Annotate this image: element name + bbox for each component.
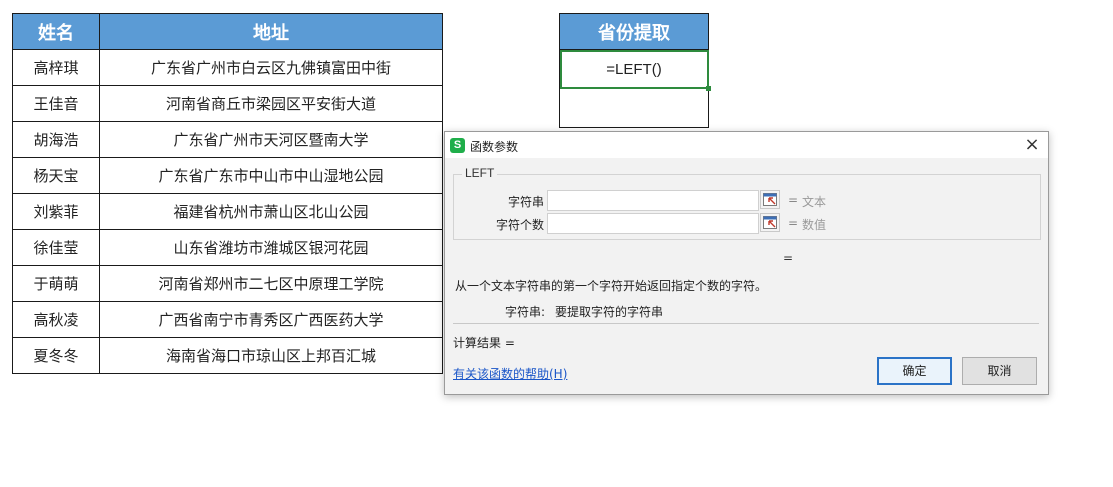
divider: [453, 323, 1039, 324]
name-cell[interactable]: 王佳音: [12, 85, 100, 122]
address-cell[interactable]: 广西省南宁市青秀区广西医药大学: [99, 301, 443, 338]
function-description: 从一个文本字符串的第一个字符开始返回指定个数的字符。: [455, 279, 768, 293]
formula-text: =LEFT(): [606, 60, 662, 78]
table-row: 胡海浩 广东省广州市天河区暨南大学: [12, 121, 443, 158]
arg-label-count: 字符个数: [495, 218, 544, 232]
address-cell[interactable]: 广东省广东市中山市中山湿地公园: [99, 157, 443, 194]
address-cell[interactable]: 山东省潍坊市潍城区银河花园: [99, 229, 443, 266]
address-cell[interactable]: 福建省杭州市萧山区北山公园: [99, 193, 443, 230]
table-row: 徐佳莹 山东省潍坊市潍城区银河花园: [12, 229, 443, 266]
name-cell[interactable]: 胡海浩: [12, 121, 100, 158]
fill-handle[interactable]: [706, 86, 711, 91]
address-cell[interactable]: 海南省海口市琼山区上邦百汇城: [99, 337, 443, 374]
table-row: =LEFT(): [559, 49, 711, 91]
arg-hint-number: 数值: [802, 218, 827, 232]
address-cell[interactable]: 广东省广州市白云区九佛镇富田中街: [99, 49, 443, 86]
table-row: 杨天宝 广东省广东市中山市中山湿地公园: [12, 157, 443, 194]
cancel-button[interactable]: 取消: [962, 357, 1037, 385]
column-header-address[interactable]: 地址: [99, 13, 443, 50]
table-row: 王佳音 河南省商丘市梁园区平安街大道: [12, 85, 443, 122]
ok-button[interactable]: 确定: [877, 357, 952, 385]
table-row: 高秋凌 广西省南宁市青秀区广西医药大学: [12, 301, 443, 338]
column-header-province[interactable]: 省份提取: [559, 13, 709, 50]
arg-equals: =: [788, 193, 799, 207]
param-description-label: 字符串:: [505, 305, 546, 319]
function-args-group: LEFT 字符串 = 文本 字符个数 = 数值: [453, 166, 1041, 240]
name-cell[interactable]: 徐佳莹: [12, 229, 100, 266]
province-cell[interactable]: [559, 88, 709, 128]
name-cell[interactable]: 于萌萌: [12, 265, 100, 302]
name-cell[interactable]: 夏冬冬: [12, 337, 100, 374]
table-header-row: 省份提取: [559, 13, 709, 50]
arg-equals: =: [788, 216, 799, 230]
table-row: 高梓琪 广东省广州市白云区九佛镇富田中街: [12, 49, 443, 86]
address-cell[interactable]: 河南省商丘市梁园区平安街大道: [99, 85, 443, 122]
string-input[interactable]: [547, 190, 759, 211]
name-cell[interactable]: 杨天宝: [12, 157, 100, 194]
wps-app-icon: S: [450, 138, 465, 153]
function-result-equals: =: [783, 251, 794, 265]
column-header-name[interactable]: 姓名: [12, 13, 100, 50]
table-header-row: 姓名 地址: [12, 13, 443, 50]
cell-picker-icon[interactable]: [760, 190, 780, 209]
function-arguments-dialog: S 函数参数 × LEFT 字符串 = 文本 字符个数 = 数值 = 从一个文本…: [444, 131, 1049, 395]
active-formula-cell[interactable]: =LEFT(): [559, 49, 711, 91]
name-cell[interactable]: 刘紫菲: [12, 193, 100, 230]
dialog-titlebar[interactable]: S 函数参数 ×: [445, 132, 1048, 158]
dialog-title: 函数参数: [470, 140, 519, 154]
cell-picker-icon[interactable]: [760, 213, 780, 232]
close-icon[interactable]: ×: [1022, 135, 1042, 155]
table-row: [559, 88, 709, 128]
calculation-result: 计算结果 =: [453, 336, 515, 350]
name-cell[interactable]: 高梓琪: [12, 49, 100, 86]
address-cell[interactable]: 广东省广州市天河区暨南大学: [99, 121, 443, 158]
table-row: 于萌萌 河南省郑州市二七区中原理工学院: [12, 265, 443, 302]
province-table: 省份提取 =LEFT(): [559, 13, 711, 128]
function-name-label: LEFT: [462, 166, 498, 180]
function-help-link[interactable]: 有关该函数的帮助(H): [453, 365, 567, 382]
char-count-input[interactable]: [547, 213, 759, 234]
table-row: 夏冬冬 海南省海口市琼山区上邦百汇城: [12, 337, 443, 374]
param-description-text: 要提取字符的字符串: [555, 305, 664, 319]
dialog-body: LEFT 字符串 = 文本 字符个数 = 数值 = 从一个文本字符串的第一个字符…: [445, 158, 1048, 394]
arg-label-string: 字符串: [507, 195, 544, 209]
table-row: 刘紫菲 福建省杭州市萧山区北山公园: [12, 193, 443, 230]
address-cell[interactable]: 河南省郑州市二七区中原理工学院: [99, 265, 443, 302]
data-table: 姓名 地址 高梓琪 广东省广州市白云区九佛镇富田中街 王佳音 河南省商丘市梁园区…: [12, 13, 443, 374]
arg-hint-text: 文本: [802, 195, 827, 209]
name-cell[interactable]: 高秋凌: [12, 301, 100, 338]
